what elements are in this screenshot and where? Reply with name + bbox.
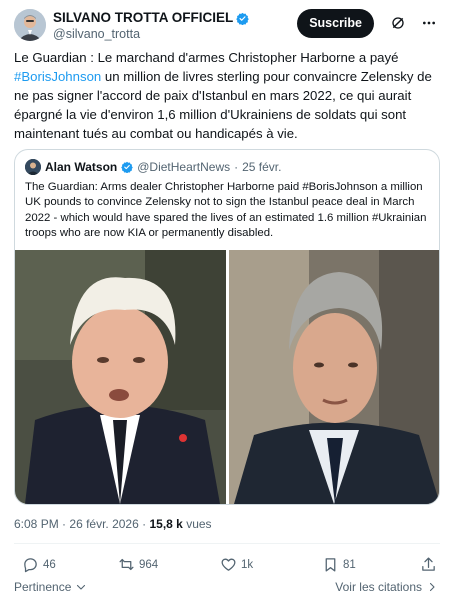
- repost-icon: [119, 558, 134, 571]
- bookmark-icon: [325, 558, 336, 572]
- meta-separator: ·: [142, 517, 147, 531]
- quoted-tweet[interactable]: Alan Watson @DietHeartNews · 25 févr. Th…: [14, 149, 440, 505]
- tweet-text-part1: Le Guardian : Le marchand d'armes Christ…: [14, 50, 399, 65]
- tweet-meta: 6:08 PM · 26 févr. 2026 · 15,8 k vues: [14, 517, 212, 531]
- view-quotes-link[interactable]: Voir les citations: [335, 580, 438, 594]
- meta-separator: ·: [62, 517, 67, 531]
- like-count: 1k: [241, 558, 254, 571]
- grok-icon[interactable]: [390, 15, 406, 31]
- share-icon: [422, 557, 435, 571]
- subscribe-button[interactable]: Suscribe: [297, 9, 374, 38]
- bookmark-button[interactable]: 81: [322, 556, 356, 573]
- quote-images: [15, 250, 439, 504]
- views-label: vues: [186, 517, 212, 531]
- tweet-text: Le Guardian : Le marchand d'armes Christ…: [14, 48, 440, 143]
- quote-header: Alan Watson @DietHeartNews · 25 févr.: [25, 159, 281, 175]
- tweet-header: SILVANO TROTTA OFFICIEL @silvano_trotta …: [14, 8, 440, 44]
- repost-button[interactable]: 964: [118, 556, 158, 573]
- quote-date[interactable]: 25 févr.: [242, 160, 281, 174]
- divider: [14, 543, 440, 544]
- quote-author-avatar[interactable]: [25, 159, 41, 175]
- hashtag-link[interactable]: #BorisJohnson: [14, 69, 101, 84]
- tweet-time[interactable]: 6:08 PM: [14, 517, 59, 531]
- tweet-date[interactable]: 26 févr. 2026: [69, 517, 138, 531]
- quote-author-handle[interactable]: @DietHeartNews: [137, 160, 230, 174]
- quote-image-right[interactable]: [228, 250, 439, 504]
- heart-icon: [221, 558, 236, 571]
- bookmark-count: 81: [343, 558, 356, 571]
- views-count: 15,8 k: [149, 517, 183, 531]
- quote-author-name[interactable]: Alan Watson: [45, 160, 117, 174]
- author-name[interactable]: SILVANO TROTTA OFFICIEL: [53, 10, 233, 26]
- quote-text: The Guardian: Arms dealer Christopher Ha…: [25, 181, 427, 240]
- reply-icon: [24, 558, 37, 573]
- like-button[interactable]: 1k: [220, 556, 253, 573]
- verified-badge-icon: [236, 12, 250, 25]
- quote-image-left[interactable]: [15, 250, 226, 504]
- repost-count: 964: [139, 558, 159, 571]
- reply-count: 46: [43, 558, 56, 571]
- view-quotes-label: Voir les citations: [335, 580, 422, 594]
- quote-separator: ·: [234, 160, 239, 174]
- share-button[interactable]: [420, 556, 437, 573]
- author-info: SILVANO TROTTA OFFICIEL @silvano_trotta: [53, 10, 250, 42]
- chevron-right-icon: [429, 582, 435, 592]
- relevance-label: Pertinence: [14, 580, 72, 594]
- author-handle[interactable]: @silvano_trotta: [53, 26, 249, 42]
- verified-badge-icon: [121, 161, 134, 173]
- more-options-icon[interactable]: [420, 15, 438, 31]
- reply-button[interactable]: 46: [22, 556, 56, 573]
- author-avatar[interactable]: [14, 9, 46, 41]
- chevron-down-icon: [77, 584, 86, 590]
- relevance-sort[interactable]: Pertinence: [14, 580, 87, 594]
